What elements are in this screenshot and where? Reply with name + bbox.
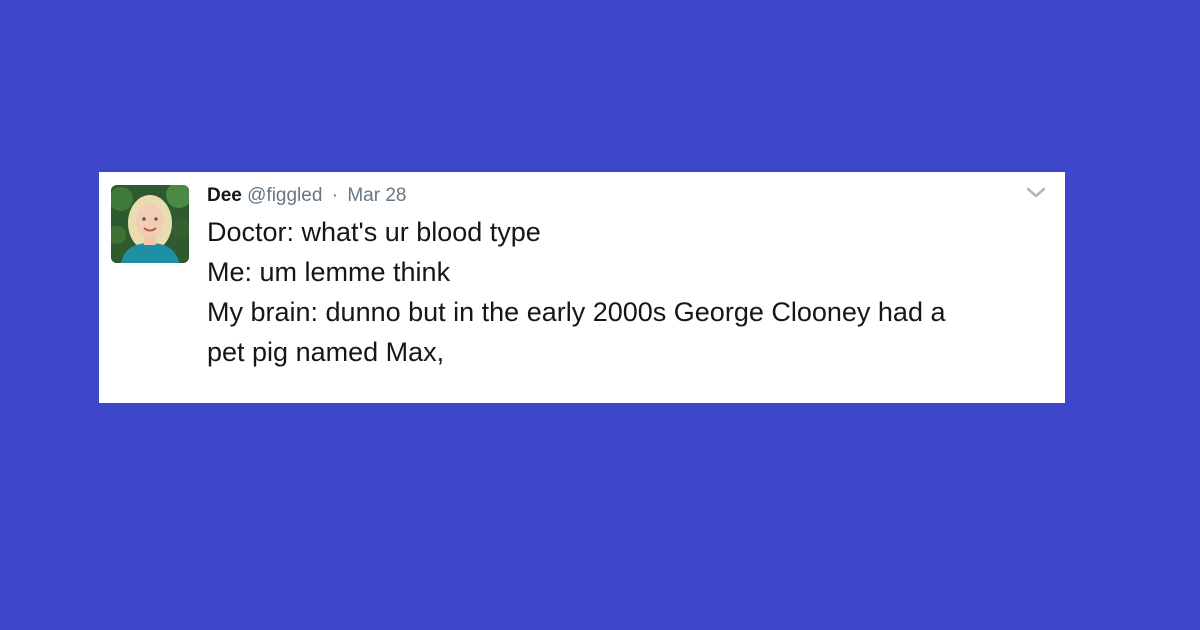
tweet-line: My brain: dunno but in the early 2000s G… [207, 297, 946, 327]
tweet-line: pet pig named Max, [207, 337, 445, 367]
tweet-line: Me: um lemme think [207, 257, 451, 287]
header-separator: · [331, 185, 339, 206]
tweet-card: Dee @figgled · Mar 28 Doctor: what's ur … [99, 172, 1065, 403]
username-handle[interactable]: @figgled [247, 185, 322, 206]
avatar-image [111, 185, 189, 263]
avatar[interactable] [111, 185, 189, 263]
chevron-down-icon[interactable] [1025, 186, 1047, 200]
tweet-date[interactable]: Mar 28 [347, 185, 406, 206]
tweet-line: Doctor: what's ur blood type [207, 217, 541, 247]
display-name[interactable]: Dee [207, 185, 242, 206]
tweet-text: Doctor: what's ur blood type Me: um lemm… [207, 212, 1047, 372]
tweet-header: Dee @figgled · Mar 28 [207, 184, 406, 208]
